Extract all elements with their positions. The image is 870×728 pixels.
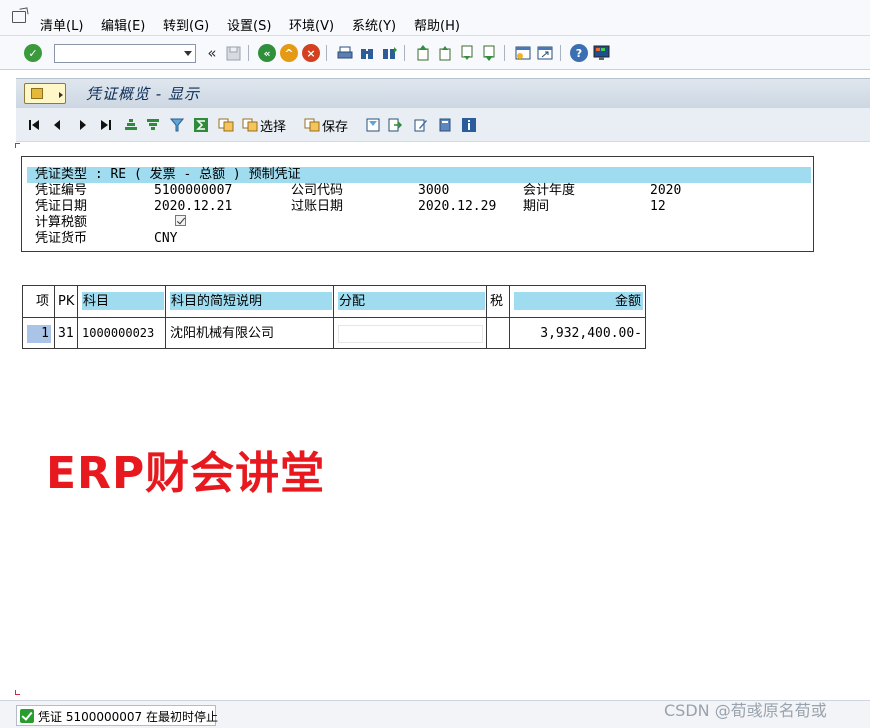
menu-edit[interactable]: 编辑(E) — [101, 15, 145, 34]
previous-page-icon[interactable] — [436, 44, 454, 62]
select-button[interactable]: 选择 — [242, 116, 287, 135]
cell-item[interactable]: 1 — [23, 318, 55, 349]
change-icon[interactable] — [414, 116, 428, 134]
posting-date-value: 2020.12.29 — [418, 199, 497, 214]
print-icon[interactable] — [336, 44, 354, 62]
chevron-down-icon[interactable] — [184, 51, 192, 56]
layout-menu-icon[interactable] — [592, 44, 610, 62]
object-services-button[interactable] — [24, 83, 66, 104]
enter-check-icon[interactable]: ✓ — [24, 44, 42, 62]
cell-account[interactable]: 1000000023 — [78, 318, 166, 349]
status-message: 凭证 5100000007 在最初时停止 — [38, 710, 218, 724]
screen-title-bar: 凭证概览 - 显示 — [16, 78, 870, 108]
save-layout-button-label: 保存 — [322, 119, 349, 135]
watermark-text: ERP财会讲堂 — [46, 448, 326, 499]
period-value: 12 — [650, 199, 666, 214]
next-entry-icon[interactable] — [78, 116, 88, 134]
calc-tax-label: 计算税额 — [35, 215, 88, 230]
choose-layout-icon[interactable] — [366, 116, 380, 134]
create-session-icon[interactable] — [514, 44, 532, 62]
cell-amount: 3,932,400.00- — [540, 326, 642, 341]
subtotal-icon[interactable] — [218, 116, 234, 134]
period-label: 期间 — [523, 199, 550, 214]
save-layout-button[interactable]: 保存 — [304, 116, 349, 135]
col-tax-header[interactable]: 税 — [487, 286, 510, 317]
sort-ascending-icon[interactable] — [124, 116, 138, 134]
chevron-right-icon — [59, 92, 63, 98]
cancel-icon[interactable]: × — [302, 44, 320, 62]
info-icon[interactable] — [462, 116, 476, 134]
doc-date-value: 2020.12.21 — [154, 199, 233, 214]
save-disk-icon[interactable] — [224, 44, 242, 62]
currency-value: CNY — [154, 231, 178, 246]
company-code-label: 公司代码 — [291, 183, 344, 198]
application-toolbar: 选择 保存 — [16, 108, 870, 142]
calc-tax-checkbox — [175, 215, 186, 226]
find-next-icon[interactable] — [380, 44, 398, 62]
doc-number-label: 凭证编号 — [35, 183, 88, 198]
col-assignment-header[interactable]: 分配 — [334, 286, 487, 317]
company-code-value: 3000 — [418, 183, 450, 198]
page-title: 凭证概览 - 显示 — [86, 85, 200, 103]
document-header-panel: 凭证类型 : RE ( 发票 - 总额 ) 预制凭证 凭证编号 51000000… — [21, 156, 814, 252]
col-pk-header[interactable]: PK — [55, 286, 78, 317]
col-description-header[interactable]: 科目的简短说明 — [166, 286, 334, 317]
help-icon[interactable]: ? — [570, 44, 588, 62]
last-entry-icon[interactable] — [100, 116, 112, 134]
cell-tax — [487, 318, 510, 349]
previous-entry-icon[interactable] — [52, 116, 62, 134]
shortcut-icon[interactable] — [536, 44, 554, 62]
menu-system[interactable]: 系统(Y) — [352, 15, 396, 34]
fiscal-year-label: 会计年度 — [523, 183, 576, 198]
document-icon — [31, 88, 43, 99]
exit-icon[interactable]: ^ — [280, 44, 298, 62]
menu-bar: 清单(L) 编辑(E) 转到(G) 设置(S) 环境(V) 系统(Y) 帮助(H… — [0, 0, 870, 36]
doc-number-value: 5100000007 — [154, 183, 233, 198]
calculator-icon[interactable] — [438, 116, 452, 134]
menu-settings[interactable]: 设置(S) — [227, 15, 271, 34]
last-page-icon[interactable] — [480, 44, 498, 62]
cell-description: 沈阳机械有限公司 — [166, 318, 334, 349]
document-type-bar: 凭证类型 : RE ( 发票 - 总额 ) 预制凭证 — [27, 167, 811, 183]
find-icon[interactable] — [358, 44, 376, 62]
total-icon[interactable] — [194, 116, 208, 134]
menu-help[interactable]: 帮助(H) — [414, 15, 460, 34]
next-page-icon[interactable] — [458, 44, 476, 62]
menu-list[interactable]: 清单(L) — [40, 15, 83, 34]
system-menu-icon[interactable] — [12, 11, 26, 23]
document-type-line: 凭证类型 : RE ( 发票 - 总额 ) 预制凭证 — [35, 167, 301, 182]
doc-date-label: 凭证日期 — [35, 199, 88, 214]
status-message-box[interactable]: 凭证 5100000007 在最初时停止 — [16, 705, 218, 726]
col-account-header[interactable]: 科目 — [78, 286, 166, 317]
select-button-label: 选择 — [260, 119, 287, 135]
cell-assignment — [334, 318, 487, 349]
collapse-command-icon[interactable]: « — [203, 44, 221, 62]
csdn-credit: CSDN @荀彧原名荀或 — [664, 701, 827, 720]
sort-descending-icon[interactable] — [146, 116, 160, 134]
menu-environment[interactable]: 环境(V) — [289, 15, 334, 34]
export-icon[interactable] — [388, 116, 402, 134]
filter-icon[interactable] — [170, 116, 184, 134]
line-items-table: 项 PK 科目 科目的简短说明 分配 税 金额 1 31 1000000023 … — [22, 285, 646, 349]
back-icon[interactable]: « — [258, 44, 276, 62]
fiscal-year-value: 2020 — [650, 183, 682, 198]
first-entry-icon[interactable] — [28, 116, 40, 134]
menu-goto[interactable]: 转到(G) — [163, 15, 209, 34]
command-field[interactable] — [54, 44, 196, 63]
posting-date-label: 过账日期 — [291, 199, 344, 214]
col-amount-header[interactable]: 金额 — [510, 286, 645, 317]
cell-pk: 31 — [55, 318, 78, 349]
first-page-icon[interactable] — [414, 44, 432, 62]
col-item-header[interactable]: 项 — [23, 286, 55, 317]
standard-toolbar: ✓ « « ^ × ? — [0, 36, 870, 70]
currency-label: 凭证货币 — [35, 231, 88, 246]
success-check-icon — [20, 709, 34, 723]
